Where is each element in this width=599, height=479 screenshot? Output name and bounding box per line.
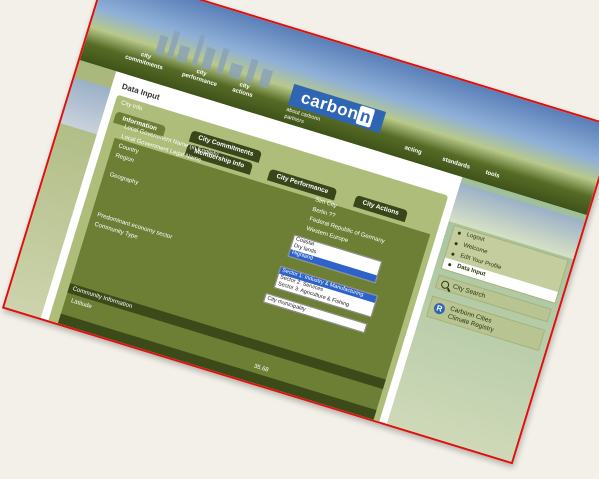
registry-icon: R — [432, 301, 447, 316]
information-form: Local Government Name (in English) Local… — [57, 124, 431, 420]
screenshot-frame: city commitments city performance city a… — [1, 0, 599, 465]
label-latitude: Latitude — [70, 298, 93, 311]
bullet-icon — [447, 262, 452, 267]
skyline-graphic — [145, 18, 298, 94]
logo-n: n — [355, 105, 376, 128]
city-search-label: City Search — [451, 283, 487, 300]
nav-acting[interactable]: acting — [397, 143, 428, 158]
bullet-icon — [451, 252, 455, 257]
nav-standards[interactable]: standards — [438, 156, 474, 173]
panel-label: City Info — [120, 100, 144, 113]
label-region: Region — [114, 152, 135, 165]
nav-tools[interactable]: tools — [480, 168, 505, 182]
bullet-icon — [457, 231, 462, 236]
bullet-icon — [454, 241, 459, 246]
label-geography: Geography — [108, 171, 139, 187]
value-latitude[interactable]: 35.68 — [253, 364, 269, 374]
search-icon — [440, 279, 451, 290]
